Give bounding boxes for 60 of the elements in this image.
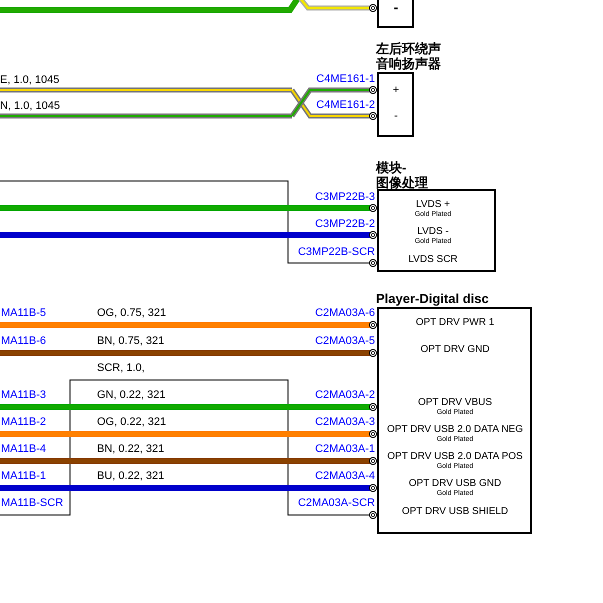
wire-spec: OG, 0.75, 321 <box>97 307 166 319</box>
pin-link[interactable]: C3MP22B-SCR <box>298 246 375 258</box>
terminal-icon <box>369 511 377 519</box>
terminal-icon <box>369 430 377 438</box>
pin-link[interactable]: C3MP22B-3 <box>315 191 375 203</box>
pin-name: LVDS - <box>417 226 449 237</box>
pin-link[interactable]: C4ME161-1 <box>316 73 375 85</box>
pin-link[interactable]: MA11B-1 <box>1 470 46 482</box>
pin-name: LVDS + <box>416 199 450 210</box>
pin-link[interactable]: MA11B-4 <box>1 443 46 455</box>
pin-link[interactable]: C2MA03A-2 <box>315 389 375 401</box>
pin-link[interactable]: MA11B-6 <box>1 335 46 347</box>
pin-link[interactable]: MA11B-2 <box>1 416 46 428</box>
pin-link[interactable]: MA11B-5 <box>1 307 46 319</box>
pin-link[interactable]: C2MA03A-3 <box>315 416 375 428</box>
connector-title: 左后环绕声 <box>376 41 441 56</box>
terminal-icon <box>369 457 377 465</box>
pin-name: LVDS SCR <box>408 254 458 265</box>
terminal-icon <box>369 484 377 492</box>
terminal-icon <box>369 112 377 120</box>
terminal-icon <box>369 204 377 212</box>
terminal-icon <box>369 231 377 239</box>
pin-link[interactable]: C2MA03A-6 <box>315 307 375 319</box>
pin-link[interactable]: MA11B-3 <box>1 389 46 401</box>
wire-spec: N, 1.0, 1045 <box>0 100 60 112</box>
wire-spec: BN, 0.75, 321 <box>97 335 164 347</box>
pin-link[interactable]: C2MA03A-SCR <box>298 497 375 509</box>
pin-name: OPT DRV USB 2.0 DATA NEG <box>387 424 523 435</box>
pin-name: OPT DRV GND <box>420 344 490 355</box>
pin-name: OPT DRV USB SHIELD <box>402 506 508 517</box>
terminal-icon <box>369 349 377 357</box>
wire-spec: BU, 0.22, 321 <box>97 470 164 482</box>
terminal-icon <box>369 403 377 411</box>
wire-spec: GN, 0.22, 321 <box>97 389 166 401</box>
connector-title: Player-Digital disc <box>376 291 489 306</box>
pin-name: OPT DRV PWR 1 <box>416 317 494 328</box>
wire-spec: SCR, 1.0, <box>97 362 145 374</box>
wire-spec: BN, 0.22, 321 <box>97 443 164 455</box>
wire-spec: OG, 0.22, 321 <box>97 416 166 428</box>
connector-title: 图像处理 <box>376 175 428 190</box>
pin-link[interactable]: C4ME161-2 <box>316 99 375 111</box>
pin-name: - <box>394 110 398 122</box>
pin-name: OPT DRV USB GND <box>408 478 502 489</box>
pin-name: - <box>394 0 398 15</box>
connector-title: 音响扬声器 <box>376 56 441 71</box>
pin-name: + <box>392 84 400 96</box>
connector-title: 模块- <box>376 160 406 175</box>
terminal-icon <box>369 259 377 267</box>
terminal-icon <box>369 4 377 12</box>
terminal-icon <box>369 86 377 94</box>
pin-link[interactable]: C2MA03A-4 <box>315 470 375 482</box>
terminal-icon <box>369 321 377 329</box>
pin-link[interactable]: C3MP22B-2 <box>315 218 375 230</box>
pin-name: OPT DRV USB 2.0 DATA POS <box>387 451 523 462</box>
wire-spec: E, 1.0, 1045 <box>0 74 60 86</box>
connector-box <box>377 72 414 137</box>
pin-link[interactable]: C2MA03A-1 <box>315 443 375 455</box>
pin-link[interactable]: C2MA03A-5 <box>315 335 375 347</box>
pin-link[interactable]: MA11B-SCR <box>1 497 64 509</box>
pin-name: OPT DRV VBUS <box>418 397 492 408</box>
